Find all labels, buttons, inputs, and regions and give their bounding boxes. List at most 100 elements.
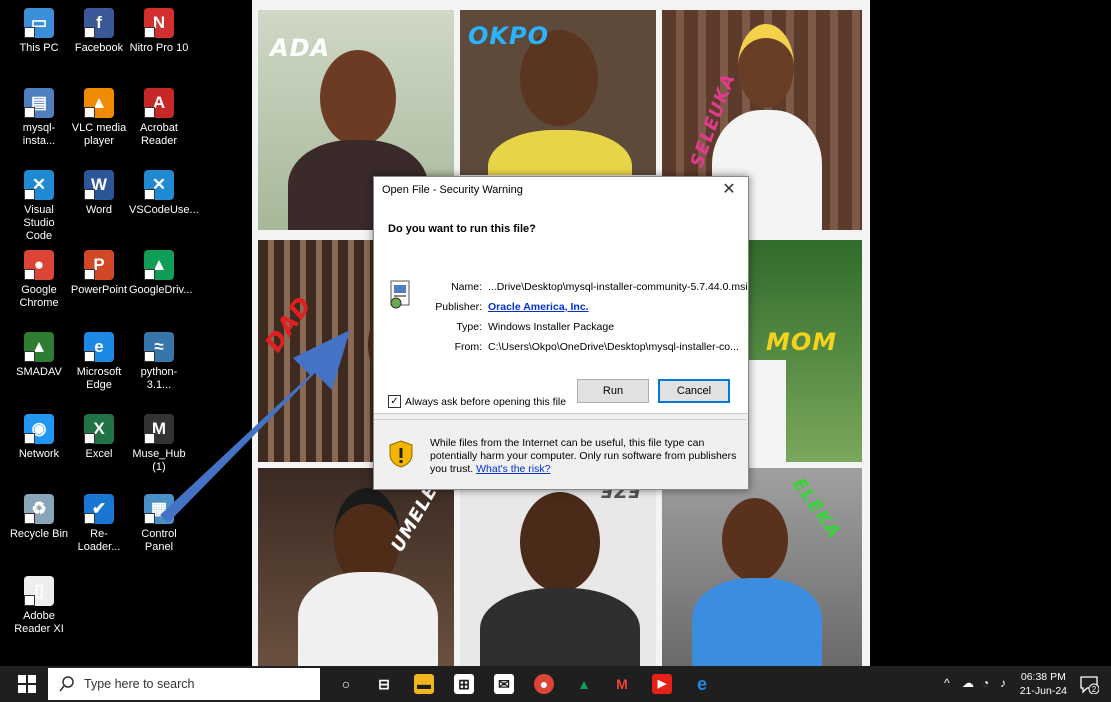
adobe-reader-icon: ▯	[24, 576, 54, 606]
task-view-icon[interactable]: ⊟	[374, 674, 394, 694]
desktop-icon-adobe-reader[interactable]: ▯ Adobe Reader XI	[9, 570, 69, 642]
recycle-bin-icon: ♻	[24, 494, 54, 524]
tag-ada: ADA	[270, 34, 331, 62]
desktop-icon-vscode-user[interactable]: ✕ VSCodeUse...	[129, 164, 199, 236]
google-drive-taskbar-icon[interactable]: ▲	[574, 674, 594, 694]
mail-icon[interactable]: ✉	[494, 674, 514, 694]
file-explorer-icon[interactable]: ▬	[414, 674, 434, 694]
edge-icon: e	[84, 332, 114, 362]
clock-time: 06:38 PM	[1020, 671, 1066, 683]
cortana-icon[interactable]: ○	[336, 674, 356, 694]
desktop-icon-vscode[interactable]: ✕ Visual Studio Code	[9, 164, 69, 242]
desktop-icon-powerpoint[interactable]: P PowerPoint	[69, 244, 129, 316]
volume-icon[interactable]: ♪	[1000, 676, 1006, 690]
blue-arrow-annotation	[160, 330, 350, 523]
desktop-icon-label: VSCodeUse...	[129, 204, 199, 216]
desktop-icon-label: SMADAV	[16, 366, 62, 378]
desktop-icon-label: Acrobat Reader	[140, 122, 178, 147]
notification-center-icon[interactable]: 2	[1079, 674, 1099, 694]
always-ask-checkbox[interactable]: ✓	[388, 395, 401, 408]
search-placeholder: Type here to search	[84, 677, 195, 691]
desktop-icon-nitro-pro[interactable]: N Nitro Pro 10	[129, 2, 189, 74]
desktop-icon-facebook[interactable]: f Facebook	[69, 2, 129, 74]
installer-file-icon	[390, 280, 410, 309]
reloader-icon: ✔	[84, 494, 114, 524]
desktop-icon-this-pc[interactable]: ▭ This PC	[9, 2, 69, 74]
file-source-value: C:\Users\Okpo\OneDrive\Desktop\mysql-ins…	[488, 341, 739, 353]
field-publisher: Publisher: Oracle America, Inc.	[430, 301, 748, 321]
word-icon: W	[84, 170, 114, 200]
photo-eleka: ELEKA	[662, 468, 862, 666]
whats-the-risk-link[interactable]: What's the risk?	[476, 463, 550, 475]
warning-message: While files from the Internet can be use…	[430, 437, 740, 476]
warning-shield-icon	[389, 440, 413, 468]
desktop-icon-google-drive[interactable]: ▲ GoogleDriv...	[129, 244, 193, 316]
desktop-icon-label: Adobe Reader XI	[14, 610, 64, 635]
desktop-icon-chrome[interactable]: ● Google Chrome	[9, 244, 69, 316]
onedrive-icon[interactable]: ☁	[962, 676, 974, 690]
dialog-divider	[374, 419, 746, 420]
youtube-icon[interactable]: ▶	[652, 674, 672, 694]
tag-mom: MOM	[766, 328, 838, 356]
acrobat-reader-icon: A	[144, 88, 174, 118]
desktop-icon-label: Recycle Bin	[9, 528, 69, 540]
desktop-icon-label: mysql-insta...	[22, 122, 56, 147]
desktop-icon-edge[interactable]: e Microsoft Edge	[69, 326, 129, 398]
field-from: From: C:\Users\Okpo\OneDrive\Desktop\mys…	[430, 341, 748, 361]
search-icon	[59, 676, 74, 692]
field-type: Type: Windows Installer Package	[430, 321, 748, 341]
dialog-question: Do you want to run this file?	[388, 223, 536, 235]
desktop: ADA OKPO SELEUKA DAD MOM UMELE EZE ELEKA…	[0, 0, 1111, 666]
desktop-icon-mysql-installer[interactable]: ▤ mysql-insta...	[9, 82, 69, 154]
system-clock[interactable]: 06:38 PM 21-Jun-24	[1020, 670, 1067, 698]
chrome-taskbar-icon[interactable]: ●	[534, 674, 554, 694]
dialog-title: Open File - Security Warning	[382, 184, 523, 196]
desktop-icon-word[interactable]: W Word	[69, 164, 129, 236]
desktop-icon-excel[interactable]: X Excel	[69, 408, 129, 480]
desktop-icon-label: GoogleDriv...	[129, 284, 193, 296]
desktop-icon-recycle-bin[interactable]: ♻ Recycle Bin	[9, 488, 69, 560]
always-ask-option[interactable]: ✓ Always ask before opening this file	[388, 395, 566, 408]
desktop-icon-label: Network	[18, 448, 60, 460]
desktop-icon-label: VLC media player	[71, 122, 127, 147]
gmail-icon[interactable]: M	[612, 674, 632, 694]
field-name: Name: ...Drive\Desktop\mysql-installer-c…	[430, 281, 748, 301]
wifi-icon[interactable]: ◔	[982, 676, 989, 690]
taskbar-search-box[interactable]: Type here to search	[48, 668, 320, 700]
desktop-icon-label: Visual Studio Code	[23, 204, 55, 242]
dialog-top-panel: Do you want to run this file? Name: ...D…	[374, 203, 748, 414]
desktop-icon-smadav[interactable]: ▲ SMADAV	[9, 326, 69, 398]
file-name-value: ...Drive\Desktop\mysql-installer-communi…	[488, 281, 748, 293]
desktop-icon-label: This PC	[19, 42, 59, 54]
desktop-icon-network[interactable]: ◉ Network	[9, 408, 69, 480]
store-icon[interactable]: ⊞	[454, 674, 474, 694]
close-icon[interactable]: ✕	[718, 179, 740, 201]
desktop-icon-label: Re-Loader...	[77, 528, 121, 553]
desktop-icon-vlc[interactable]: ▲ VLC media player	[69, 82, 129, 154]
vscode-user-icon: ✕	[144, 170, 174, 200]
this-pc-icon: ▭	[24, 8, 54, 38]
desktop-icon-label: Google Chrome	[19, 284, 59, 309]
security-warning-dialog: Open File - Security Warning ✕ Do you wa…	[373, 176, 749, 490]
tag-okpo: OKPO	[468, 22, 549, 50]
desktop-icon-label: Nitro Pro 10	[129, 42, 189, 54]
desktop-icon-acrobat-reader[interactable]: A Acrobat Reader	[129, 82, 189, 154]
powerpoint-icon: P	[84, 250, 114, 280]
desktop-icon-label: Microsoft Edge	[76, 366, 122, 391]
clock-date: 21-Jun-24	[1019, 685, 1067, 697]
taskbar: Type here to search ○ ⊟ ▬ ⊞ ✉ ● ▲ M ▶ e …	[0, 666, 1111, 702]
publisher-link[interactable]: Oracle America, Inc.	[488, 301, 589, 321]
desktop-icon-label: Control Panel	[141, 528, 177, 553]
cancel-button[interactable]: Cancel	[658, 379, 730, 403]
run-button[interactable]: Run	[577, 379, 649, 403]
photo-okpo: OKPO	[460, 10, 656, 175]
windows-start-button[interactable]	[18, 675, 36, 693]
desktop-icon-label: Excel	[85, 448, 113, 460]
edge-taskbar-icon[interactable]: e	[692, 674, 712, 694]
show-hidden-icons[interactable]: ^	[944, 676, 950, 690]
mysql-installer-icon: ▤	[24, 88, 54, 118]
dialog-titlebar[interactable]: Open File - Security Warning ✕	[374, 177, 748, 203]
desktop-icon-reloader[interactable]: ✔ Re-Loader...	[69, 488, 129, 560]
vscode-icon: ✕	[24, 170, 54, 200]
nitro-pro-icon: N	[144, 8, 174, 38]
